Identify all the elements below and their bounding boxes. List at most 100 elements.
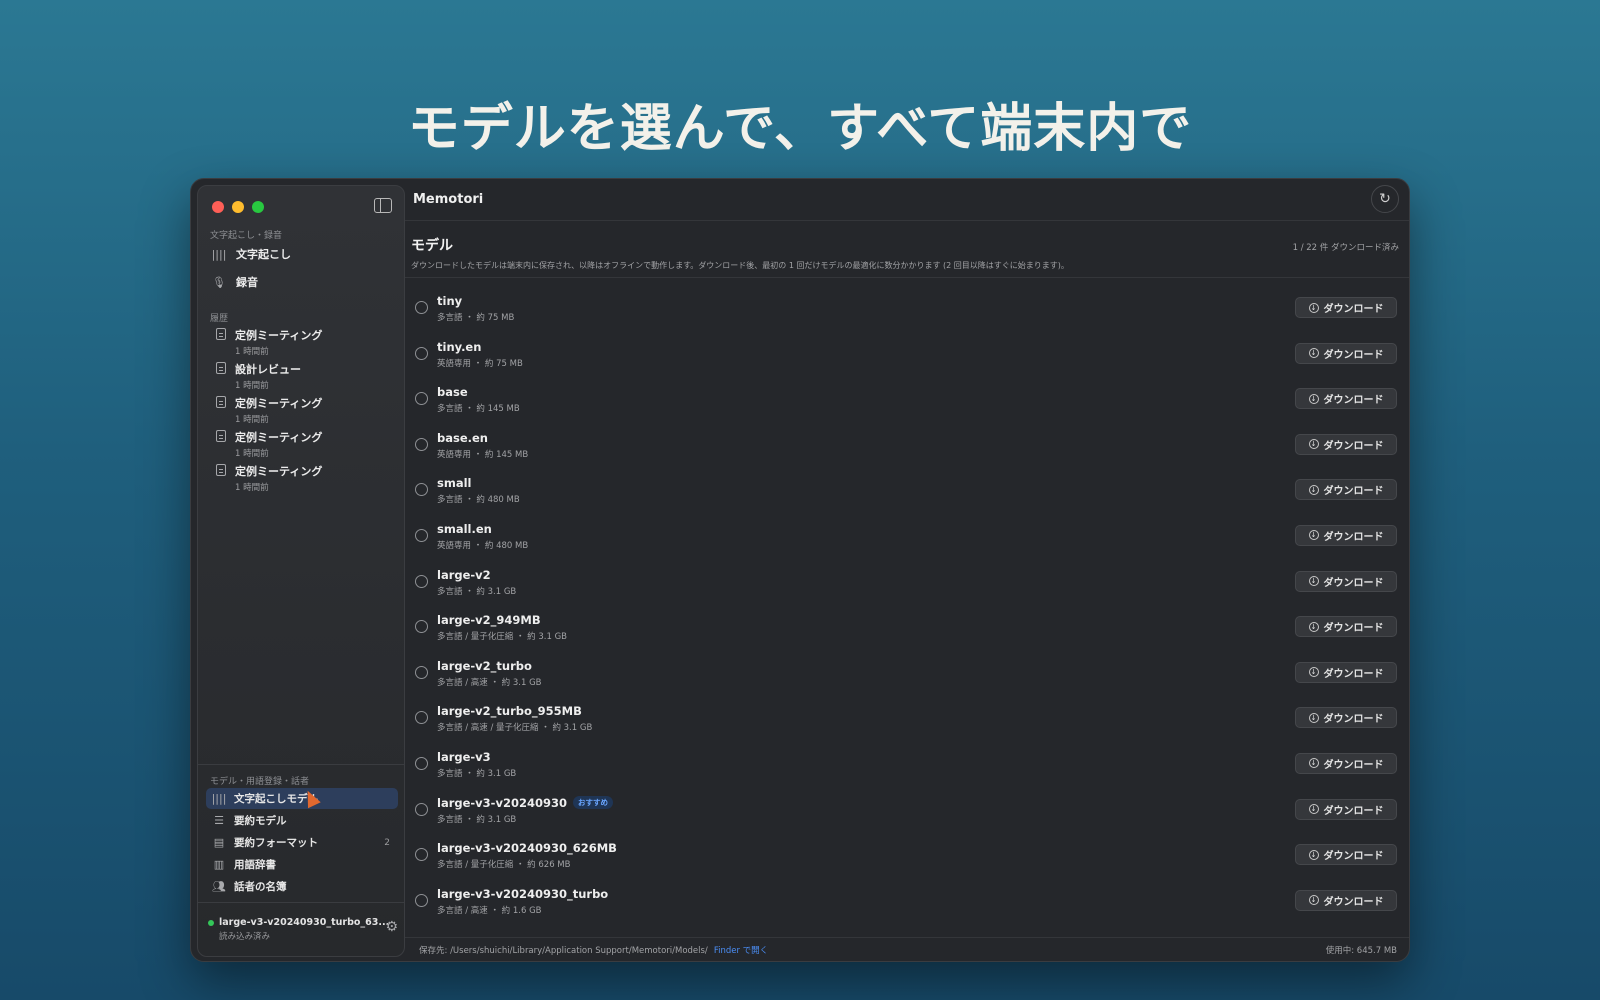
download-button[interactable]: ↓ ダウンロード bbox=[1295, 844, 1397, 866]
download-button[interactable]: ↓ ダウンロード bbox=[1295, 616, 1397, 638]
download-button[interactable]: ↓ ダウンロード bbox=[1295, 570, 1397, 592]
model-radio[interactable] bbox=[415, 392, 428, 406]
recommended-badge: おすすめ bbox=[572, 796, 613, 810]
model-name-wrap: large-v2 bbox=[437, 568, 491, 582]
model-name-wrap: large-v2_turbo bbox=[437, 659, 532, 673]
model-name-wrap: large-v3-v20240930 おすすめ bbox=[437, 796, 613, 810]
model-row[interactable]: small 多言語 ・ 約 480 MB ↓ ダウンロード bbox=[405, 467, 1409, 513]
sidebar-item-summary-format[interactable]: ▤ 要約フォーマット 2 bbox=[206, 832, 398, 853]
model-row[interactable]: small.en 英語専用 ・ 約 480 MB ↓ ダウンロード bbox=[405, 513, 1409, 559]
download-button[interactable]: ↓ ダウンロード bbox=[1295, 752, 1397, 774]
model-name: base.en bbox=[437, 430, 488, 445]
status-dot-icon bbox=[208, 919, 214, 926]
download-label: ダウンロード bbox=[1323, 440, 1384, 452]
model-row[interactable]: large-v2_turbo_955MB 多言語 / 高速 / 量子化圧縮 ・ 約… bbox=[405, 695, 1409, 741]
download-label: ダウンロード bbox=[1323, 896, 1384, 908]
download-button[interactable]: ↓ ダウンロード bbox=[1295, 889, 1397, 911]
download-button[interactable]: ↓ ダウンロード bbox=[1295, 661, 1397, 683]
zoom-button[interactable] bbox=[252, 201, 264, 213]
model-details: 多言語 ・ 約 145 MB bbox=[437, 404, 520, 415]
download-icon: ↓ bbox=[1308, 758, 1319, 769]
model-radio[interactable] bbox=[415, 893, 428, 907]
model-radio[interactable] bbox=[415, 711, 428, 725]
microphone-icon: 🎙︎ bbox=[212, 275, 226, 289]
sidebar-item-record[interactable]: 🎙︎ 録音 bbox=[212, 271, 258, 293]
download-label: ダウンロード bbox=[1323, 805, 1384, 817]
model-row[interactable]: large-v3 多言語 ・ 約 3.1 GB ↓ ダウンロード bbox=[405, 741, 1409, 787]
history-item[interactable]: 定例ミーティング 1 時間前 bbox=[216, 429, 396, 459]
minimize-button[interactable] bbox=[232, 201, 244, 213]
model-row[interactable]: tiny.en 英語専用 ・ 約 75 MB ↓ ダウンロード bbox=[405, 331, 1409, 377]
model-radio[interactable] bbox=[415, 574, 428, 588]
model-row[interactable]: large-v2_949MB 多言語 / 量子化圧縮 ・ 約 3.1 GB ↓ ダウン… bbox=[405, 604, 1409, 650]
model-radio[interactable] bbox=[415, 802, 428, 816]
model-name: small bbox=[437, 476, 472, 491]
model-details: 英語専用 ・ 約 480 MB bbox=[437, 540, 529, 551]
model-row[interactable]: large-v3-v20240930 おすすめ 多言語 ・ 約 3.1 GB ↓ ダウン… bbox=[405, 787, 1409, 833]
model-radio[interactable] bbox=[415, 528, 428, 542]
sidebar-item-label: 要約フォーマット bbox=[234, 837, 318, 849]
history-item[interactable]: 設計レビュー 1 時間前 bbox=[216, 361, 396, 391]
history-item[interactable]: 定例ミーティング 1 時間前 bbox=[216, 395, 396, 425]
download-button[interactable]: ↓ ダウンロード bbox=[1295, 433, 1397, 455]
model-radio[interactable] bbox=[415, 346, 428, 360]
sidebar-item-transcription-models[interactable]: |||| 文字起こしモデル bbox=[206, 788, 398, 809]
document-icon bbox=[216, 430, 226, 442]
model-name-wrap: large-v3-v20240930_626MB bbox=[437, 841, 617, 855]
sidebar-item-dictionary[interactable]: ▥ 用語辞書 bbox=[206, 854, 398, 875]
download-label: ダウンロード bbox=[1323, 395, 1384, 407]
model-row[interactable]: base 多言語 ・ 約 145 MB ↓ ダウンロード bbox=[405, 376, 1409, 422]
model-row[interactable]: large-v2 多言語 ・ 約 3.1 GB ↓ ダウンロード bbox=[405, 559, 1409, 605]
model-row[interactable]: base.en 英語専用 ・ 約 145 MB ↓ ダウンロード bbox=[405, 422, 1409, 468]
download-button[interactable]: ↓ ダウンロード bbox=[1295, 297, 1397, 318]
footer: 保存先: /Users/shuichi/Library/Application … bbox=[405, 937, 1409, 961]
model-row[interactable]: large-v3-v20240930_turbo 多言語 / 高速 ・ 約 1.6… bbox=[405, 878, 1409, 924]
model-row[interactable]: tiny 多言語 ・ 約 75 MB ↓ ダウンロード bbox=[405, 285, 1409, 331]
history-item[interactable]: 定例ミーティング 1 時間前 bbox=[216, 327, 396, 357]
sidebar-toggle-icon[interactable] bbox=[374, 198, 392, 213]
sidebar-divider bbox=[198, 764, 404, 765]
open-in-finder-link[interactable]: Finder で開く bbox=[714, 944, 768, 956]
gear-icon[interactable]: ⚙ bbox=[385, 919, 398, 935]
download-icon: ↓ bbox=[1308, 530, 1319, 541]
download-icon: ↓ bbox=[1308, 393, 1319, 404]
model-radio[interactable] bbox=[415, 437, 428, 451]
toolbar: Memotori bbox=[405, 179, 1409, 221]
model-radio[interactable] bbox=[415, 848, 428, 862]
model-radio[interactable] bbox=[415, 756, 428, 770]
model-name-wrap: base.en bbox=[437, 431, 488, 445]
download-button[interactable]: ↓ ダウンロード bbox=[1295, 388, 1397, 410]
model-radio[interactable] bbox=[415, 301, 428, 314]
sidebar-item-speakers[interactable]: 👥︎ 話者の名簿 bbox=[206, 876, 398, 897]
history-time: 1 時間前 bbox=[235, 415, 269, 425]
download-button[interactable]: ↓ ダウンロード bbox=[1295, 479, 1397, 501]
download-icon: ↓ bbox=[1308, 484, 1319, 495]
history-title: 定例ミーティング bbox=[235, 431, 323, 444]
model-name: large-v3-v20240930_626MB bbox=[437, 841, 617, 856]
model-row[interactable]: large-v2_turbo 多言語 / 高速 ・ 約 3.1 GB ↓ ダウンロード bbox=[405, 650, 1409, 696]
model-radio[interactable] bbox=[415, 483, 428, 497]
section-label-history: 履歴 bbox=[210, 314, 229, 324]
model-radio[interactable] bbox=[415, 665, 428, 679]
download-icon: ↓ bbox=[1308, 439, 1319, 450]
model-name: base bbox=[437, 385, 468, 400]
loaded-model-status: large-v3-v20240930_turbo_63... 読み込み済み ⚙ bbox=[208, 917, 398, 942]
sidebar: 文字起こし・録音 |||| 文字起こし 🎙︎ 録音 履歴 定例ミーティング 1 … bbox=[197, 185, 405, 957]
model-details: 多言語 / 量子化圧縮 ・ 約 626 MB bbox=[437, 860, 571, 871]
people-icon: 👥︎ bbox=[212, 880, 226, 893]
model-row[interactable]: large-v3-v20240930_626MB 多言語 / 量子化圧縮 ・ 約 … bbox=[405, 832, 1409, 878]
download-button[interactable]: ↓ ダウンロード bbox=[1295, 798, 1397, 820]
refresh-icon[interactable]: ↻ bbox=[1371, 185, 1399, 213]
sidebar-item-transcribe[interactable]: |||| 文字起こし bbox=[212, 243, 291, 265]
window-controls bbox=[212, 201, 264, 213]
history-title: 定例ミーティング bbox=[235, 397, 323, 410]
model-radio[interactable] bbox=[415, 620, 428, 634]
history-item[interactable]: 定例ミーティング 1 時間前 bbox=[216, 463, 396, 493]
download-button[interactable]: ↓ ダウンロード bbox=[1295, 707, 1397, 729]
model-list: tiny 多言語 ・ 約 75 MB ↓ ダウンロード tiny.en 英語専用 ・ 約 … bbox=[405, 285, 1409, 923]
download-button[interactable]: ↓ ダウンロード bbox=[1295, 524, 1397, 546]
close-button[interactable] bbox=[212, 201, 224, 213]
sidebar-item-summary-models[interactable]: ☰ 要約モデル bbox=[206, 810, 398, 831]
download-icon: ↓ bbox=[1308, 302, 1319, 313]
download-button[interactable]: ↓ ダウンロード bbox=[1295, 342, 1397, 364]
